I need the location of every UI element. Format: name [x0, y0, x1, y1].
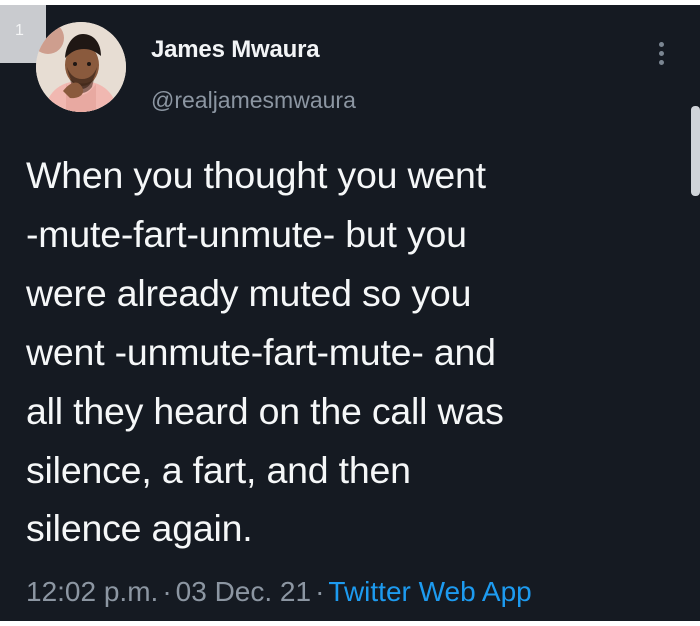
menu-dot-icon	[658, 51, 664, 56]
screenshot-frame: 1 James Mwaura @realjamesmwaura When you…	[0, 0, 700, 626]
author-display-name[interactable]: James Mwaura	[151, 38, 320, 62]
tweet-metadata: 12:02 p.m. · 03 Dec. 21 · Twitter Web App	[26, 578, 532, 606]
tweet-card: 1 James Mwaura @realjamesmwaura When you…	[0, 5, 700, 621]
menu-dot-icon	[658, 42, 664, 47]
author-handle[interactable]: @realjamesmwaura	[151, 89, 356, 112]
metadata-separator: ·	[162, 576, 172, 607]
metadata-separator: ·	[315, 576, 325, 607]
profile-photo-icon	[36, 22, 126, 112]
menu-dot-icon	[658, 60, 664, 65]
tweet-source-link[interactable]: Twitter Web App	[328, 576, 531, 607]
more-vertical-icon[interactable]	[657, 42, 665, 72]
tweet-date[interactable]: 03 Dec. 21	[176, 576, 311, 607]
scrollbar-thumb[interactable]	[691, 106, 700, 196]
tweet-text: When you thought you went -mute-fart-unm…	[26, 154, 504, 550]
avatar[interactable]	[36, 22, 126, 112]
tweet-time[interactable]: 12:02 p.m.	[26, 576, 158, 607]
